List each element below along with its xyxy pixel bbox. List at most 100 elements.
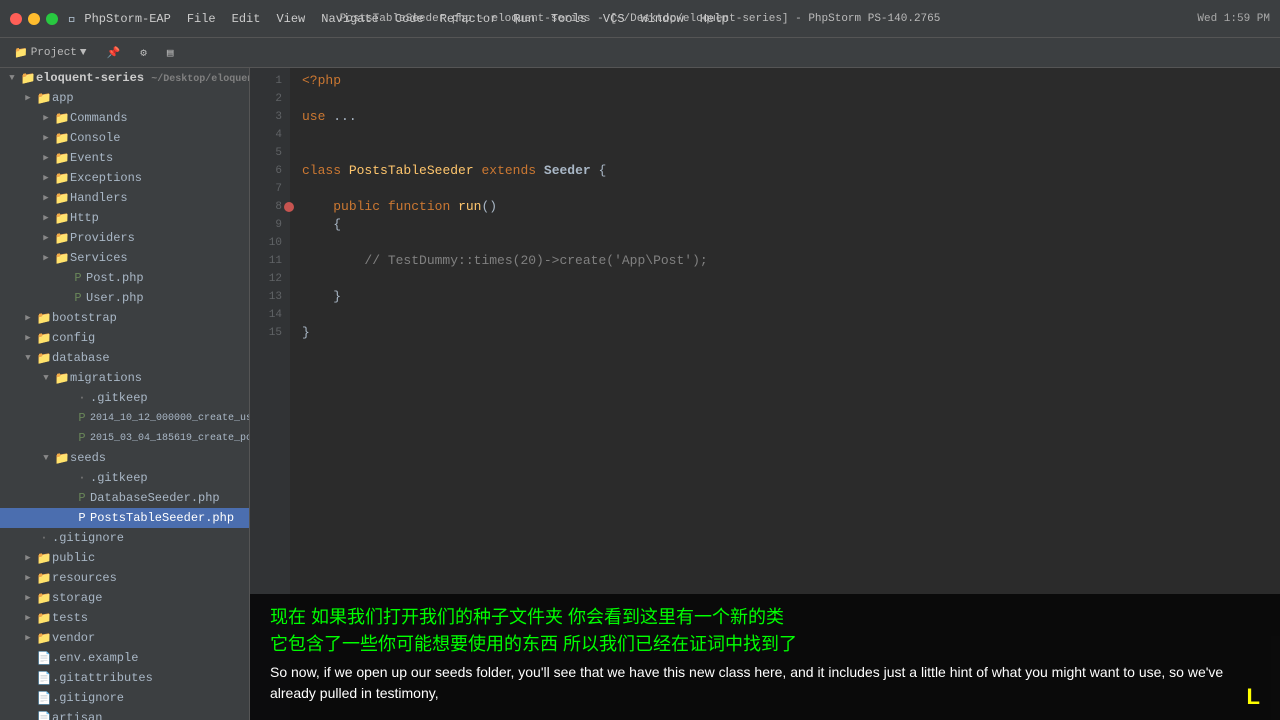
pin-icon[interactable]: 📌 — [101, 44, 127, 62]
code-space — [450, 198, 458, 216]
watermark: L — [1247, 684, 1260, 710]
tree-item-database-seeder[interactable]: ▶ P DatabaseSeeder.php — [0, 488, 249, 508]
tree-label-posts-seeder: PostsTableSeeder.php — [90, 511, 234, 525]
menu-view[interactable]: View — [276, 12, 305, 26]
chevron-right-icon: ▶ — [20, 613, 36, 623]
titlebar:  PhpStorm-EAP File Edit View Navigate C… — [0, 0, 1280, 38]
tree-item-gitkeep-migrations[interactable]: ▶ · .gitkeep — [0, 388, 249, 408]
file-icon: 📄 — [36, 651, 52, 666]
subtitle-chinese-line1: 现在 如果我们打开我们的种子文件夹 你会看到这里有一个新的类 — [270, 607, 784, 627]
tree-item-gitignore-db[interactable]: ▶ · .gitignore — [0, 528, 249, 548]
clock: Wed 1:59 PM — [1197, 13, 1270, 25]
code-line — [302, 270, 1268, 288]
tree-item-providers[interactable]: ▶ 📁 Providers — [0, 228, 249, 248]
folder-icon: 📁 — [54, 131, 70, 146]
chevron-right-icon: ▶ — [38, 133, 54, 143]
traffic-lights — [10, 13, 58, 25]
open-brace: { — [333, 216, 341, 234]
tree-item-env-example[interactable]: ▶ 📄 .env.example — [0, 648, 249, 668]
tree-item-commands[interactable]: ▶ 📁 Commands — [0, 108, 249, 128]
project-label: Project — [31, 47, 77, 59]
php-file-icon: P — [74, 411, 90, 425]
window-title: PostsTableSeeder.php - eloquent-series -… — [340, 13, 941, 25]
folder-icon: 📁 — [54, 251, 70, 266]
keyword-function: function — [388, 198, 450, 216]
maximize-button[interactable] — [46, 13, 58, 25]
folder-icon: 📁 — [36, 551, 52, 566]
code-line — [302, 306, 1268, 324]
tree-item-post-php[interactable]: ▶ P Post.php — [0, 268, 249, 288]
tree-label-bootstrap: bootstrap — [52, 311, 117, 325]
tree-root[interactable]: ▼ 📁 eloquent-series ~/Desktop/eloquent-s… — [0, 68, 249, 88]
chevron-right-icon: ▶ — [20, 573, 36, 583]
tree-item-tests[interactable]: ▶ 📁 tests — [0, 608, 249, 628]
layout-icon[interactable]: ▤ — [161, 44, 180, 62]
tree-label-http: Http — [70, 211, 99, 225]
chevron-down-icon: ▼ — [80, 47, 87, 59]
tree-item-console[interactable]: ▶ 📁 Console — [0, 128, 249, 148]
folder-icon: 📁 — [54, 451, 70, 466]
tree-label-gitignore-db: .gitignore — [52, 531, 124, 545]
tree-item-database[interactable]: ▼ 📁 database — [0, 348, 249, 368]
subtitle-overlay: 现在 如果我们打开我们的种子文件夹 你会看到这里有一个新的类 它包含了一些你可能… — [250, 594, 1280, 720]
tree-label-gitkeep-seeds: .gitkeep — [90, 471, 148, 485]
tree-item-public[interactable]: ▶ 📁 public — [0, 548, 249, 568]
tree-item-gitkeep-seeds[interactable]: ▶ · .gitkeep — [0, 468, 249, 488]
file-icon: 📄 — [36, 691, 52, 706]
tree-label-post-php: Post.php — [86, 271, 144, 285]
tree-item-create-posts[interactable]: ▶ P 2015_03_04_185619_create_posts_table… — [0, 428, 249, 448]
close-brace: } — [333, 288, 341, 306]
folder-icon: 📁 — [36, 571, 52, 586]
chevron-down-icon: ▼ — [4, 73, 20, 83]
titlebar-right: Wed 1:59 PM — [1197, 13, 1270, 25]
code-line: class PostsTableSeeder extends Seeder { — [302, 162, 1268, 180]
tree-item-user-php[interactable]: ▶ P User.php — [0, 288, 249, 308]
menu-edit[interactable]: Edit — [232, 12, 261, 26]
tree-label-app: app — [52, 91, 74, 105]
code-indent-deep — [302, 252, 364, 270]
tree-item-handlers[interactable]: ▶ 📁 Handlers — [0, 188, 249, 208]
code-line: use ... — [302, 108, 1268, 126]
tree-label-console: Console — [70, 131, 120, 145]
code-line — [302, 234, 1268, 252]
tree-item-migrations[interactable]: ▼ 📁 migrations — [0, 368, 249, 388]
tree-label-events: Events — [70, 151, 113, 165]
tree-item-vendor[interactable]: ▶ 📁 vendor — [0, 628, 249, 648]
paren: () — [481, 198, 497, 216]
menu-file[interactable]: File — [187, 12, 216, 26]
tree-item-create-users[interactable]: ▶ P 2014_10_12_000000_create_users_table… — [0, 408, 249, 428]
tree-item-resources[interactable]: ▶ 📁 resources — [0, 568, 249, 588]
chevron-right-icon: ▶ — [20, 633, 36, 643]
close-button[interactable] — [10, 13, 22, 25]
tree-label-env-example: .env.example — [52, 651, 138, 665]
tree-item-bootstrap[interactable]: ▶ 📁 bootstrap — [0, 308, 249, 328]
project-dropdown[interactable]: 📁 Project ▼ — [8, 44, 93, 62]
tree-item-artisan[interactable]: ▶ 📄 artisan — [0, 708, 249, 720]
tree-item-services[interactable]: ▶ 📁 Services — [0, 248, 249, 268]
folder-icon: 📁 — [36, 631, 52, 646]
toolbar: 📁 Project ▼ 📌 ⚙ ▤ — [0, 38, 1280, 68]
chevron-right-icon: ▶ — [38, 213, 54, 223]
code-line: } — [302, 288, 1268, 306]
tree-item-storage[interactable]: ▶ 📁 storage — [0, 588, 249, 608]
tree-item-http[interactable]: ▶ 📁 Http — [0, 208, 249, 228]
code-line: // TestDummy::times(20)->create('App\Pos… — [302, 252, 1268, 270]
folder-icon: 📁 — [54, 111, 70, 126]
chevron-right-icon: ▶ — [20, 333, 36, 343]
tree-item-exceptions[interactable]: ▶ 📁 Exceptions — [0, 168, 249, 188]
minimize-button[interactable] — [28, 13, 40, 25]
tree-label-migrations: migrations — [70, 371, 142, 385]
tree-item-posts-seeder[interactable]: ▶ P PostsTableSeeder.php — [0, 508, 249, 528]
settings-icon[interactable]: ⚙ — [134, 44, 153, 62]
chevron-down-icon: ▼ — [38, 373, 54, 383]
tree-item-events[interactable]: ▶ 📁 Events — [0, 148, 249, 168]
tree-item-seeds[interactable]: ▼ 📁 seeds — [0, 448, 249, 468]
tree-item-gitignore[interactable]: ▶ 📄 .gitignore — [0, 688, 249, 708]
apple-icon:  — [68, 11, 76, 27]
tree-item-app[interactable]: ▶ 📁 app — [0, 88, 249, 108]
tree-item-gitattributes[interactable]: ▶ 📄 .gitattributes — [0, 668, 249, 688]
tree-item-config[interactable]: ▶ 📁 config — [0, 328, 249, 348]
chevron-right-icon: ▶ — [38, 233, 54, 243]
menu-phpstorm[interactable]: PhpStorm-EAP — [84, 12, 170, 26]
code-editor[interactable]: 1 2 3 4 5 6 7 8 9 10 11 12 13 14 15 <?ph… — [250, 68, 1280, 720]
